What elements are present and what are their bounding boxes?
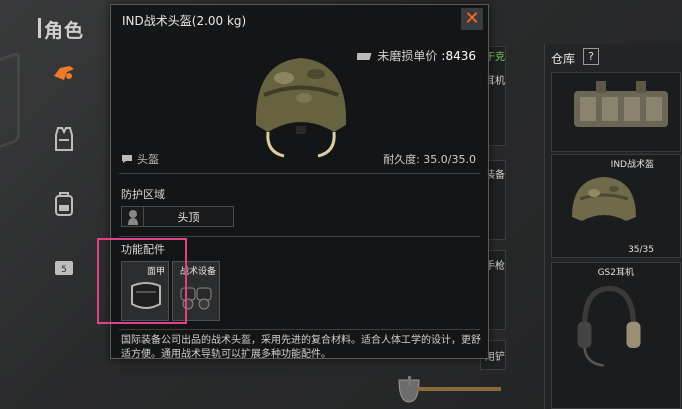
backpack-icon[interactable] [50, 190, 78, 218]
item-icon[interactable]: 5 [50, 254, 78, 282]
role-sidebar: 角色 5 [0, 0, 105, 409]
svg-text:5: 5 [61, 265, 67, 275]
protect-section-title: 防护区域 [121, 188, 165, 201]
chat-bubble-icon [122, 155, 132, 163]
attachment-highlight [97, 238, 187, 324]
divider [119, 236, 480, 237]
helmet-item-image [572, 177, 636, 221]
vest-icon[interactable] [50, 125, 78, 153]
divider [119, 329, 480, 330]
item-durability: 35/35 [628, 245, 654, 255]
warehouse-panel: 仓库 ? IND战术盔 35/35 GS2耳机 [544, 44, 682, 409]
item-durability-detail: 耐久度: 35.0/35.0 [383, 153, 476, 166]
price-line: 未磨损单价 :8436 [357, 47, 476, 64]
warehouse-slot-headset[interactable]: GS2耳机 [551, 262, 681, 409]
headset-item-image [577, 285, 641, 367]
item-detail-popup: IND战术头盔(2.00 kg) ✕ 未磨损单价 :8436 头盔 耐久度: 3… [97, 4, 489, 360]
warehouse-title: 仓库 [551, 52, 576, 66]
item-description: 国际装备公司出品的战术头盔，采用先进的复合材料。适合人体工学的设计，更舒适方便。… [121, 335, 481, 360]
price-value: :8436 [441, 48, 476, 63]
vest-item-image [574, 81, 668, 127]
item-type-label: 头盔 [137, 153, 159, 166]
protect-zone-box: 头顶 [121, 206, 234, 227]
shovel-image[interactable] [395, 372, 505, 406]
head-icon [122, 206, 144, 227]
price-label: 未磨损单价 [377, 49, 438, 63]
popup-header: IND战术头盔(2.00 kg) ✕ [111, 5, 488, 33]
close-button[interactable]: ✕ [461, 8, 483, 30]
divider [119, 173, 480, 174]
warehouse-slot[interactable] [551, 72, 681, 152]
role-title: 角色 [37, 16, 84, 43]
helmet-image [255, 58, 347, 158]
money-icon [357, 52, 372, 60]
protect-zone-label: 头顶 [177, 210, 200, 224]
weapon-icon[interactable] [50, 58, 78, 86]
item-type: 头盔 [121, 151, 159, 167]
help-button[interactable]: ? [583, 48, 599, 65]
warehouse-slot-helmet[interactable]: IND战术盔 35/35 [551, 154, 681, 258]
item-title: IND战术头盔(2.00 kg) [122, 14, 247, 28]
